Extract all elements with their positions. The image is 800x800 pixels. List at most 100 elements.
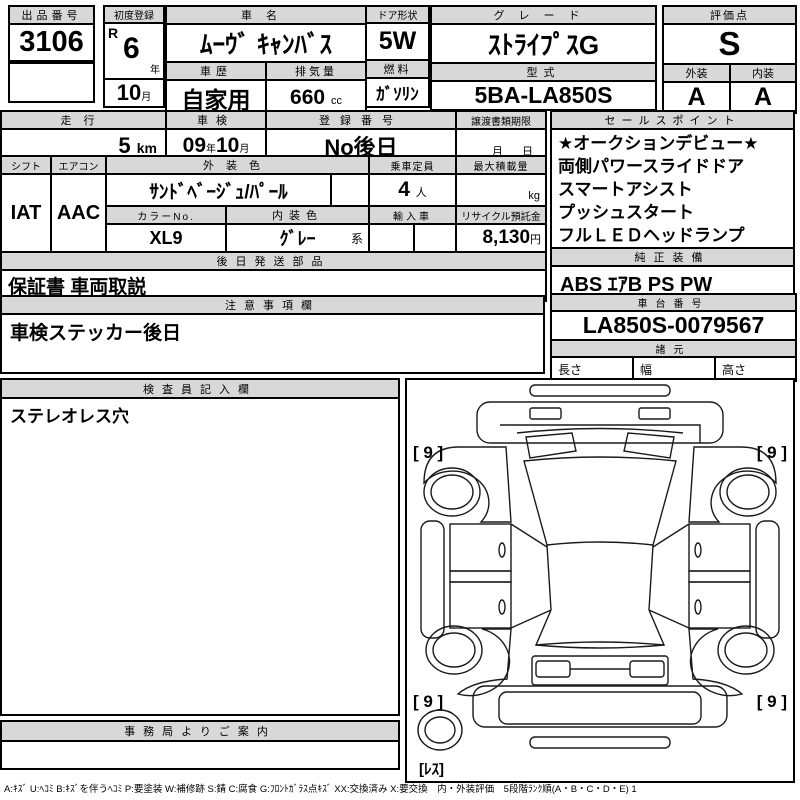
sales-points-label: セールスポイント <box>550 110 795 130</box>
car-schematic: [ 9 ] [ 9 ] [ 9 ] [ 9 ] [ﾚｽ] <box>413 384 787 778</box>
import-label: 輸入車 <box>368 205 458 225</box>
sales-point: 両側パワースライドドア <box>558 157 745 176</box>
capacity-unit: 人 <box>415 187 427 199</box>
capacity-label: 乗車定員 <box>368 155 458 175</box>
interior-grade-value: A <box>729 81 797 114</box>
equipment-label: 純正装備 <box>550 247 795 267</box>
sales-points-block: セールスポイント ★オークションデビュー★ 両側パワースライドドア スマートアシ… <box>550 110 795 300</box>
color-no-value: XL9 <box>105 223 227 253</box>
recycle-value: 8,130 <box>482 227 531 248</box>
shaken-month-unit: 月 <box>239 144 250 155</box>
car-diagram: [ 9 ] [ 9 ] [ 9 ] [ 9 ] [ﾚｽ] <box>405 378 795 783</box>
vin-label: 車台番号 <box>549 293 798 312</box>
lot-number-value: 3106 <box>8 23 95 62</box>
fuel-label: 燃料 <box>365 59 430 79</box>
sales-point: プッシュスタート <box>558 203 694 222</box>
inspector-value: ステレオレス穴 <box>0 397 400 716</box>
caution-value: 車検ステッカー後日 <box>0 313 545 374</box>
door-shape-value: 5W <box>365 22 430 61</box>
fuel-value: ｶﾞｿﾘﾝ <box>365 77 430 108</box>
car-name-value: ﾑｰｳﾞ ｷｬﾝﾊﾞｽ <box>165 23 367 63</box>
tire-mark-front-right: [ 9 ] <box>757 443 787 462</box>
reg-no-label: 登録番号 <box>265 110 457 130</box>
interior-color-suffix: 系 <box>351 232 364 246</box>
reg-month-unit: 月 <box>141 92 152 103</box>
legend-text: A:ｷｽﾞ U:ﾍｺﾐ B:ｷｽﾞを伴うﾍｺﾐ P:要塗装 W:補修跡 S:錆 … <box>4 784 637 795</box>
exterior-color-extra-cell <box>329 173 371 207</box>
caution-block: 注意事項欄 車検ステッカー後日 <box>0 295 545 374</box>
sales-point: スマートアシスト <box>558 180 693 199</box>
first-registration-block: 初度登録 R 6 年 10月 <box>103 5 165 108</box>
sales-point: ★オークションデビュー★ <box>558 134 759 153</box>
reg-year-unit: 年 <box>150 65 160 76</box>
door-shape-label: ドア形状 <box>365 5 430 24</box>
car-name-label: 車名 <box>165 5 367 25</box>
displacement-label: 排気量 <box>265 61 367 81</box>
grade-label: グレード <box>430 5 657 25</box>
exterior-color-label: 外装色 <box>104 155 371 175</box>
shift-value: IAT <box>0 173 52 253</box>
tire-mark-rear-left: [ 9 ] <box>413 692 443 711</box>
score-block: 評価点 S 外装 内装 A A <box>662 5 797 114</box>
shaken-month: 10 <box>216 134 240 157</box>
tire-mark-front-left: [ 9 ] <box>413 443 443 462</box>
mileage-label: 走行 <box>0 110 167 130</box>
history-label: 車歴 <box>165 61 267 81</box>
aircon-value: AAC <box>50 173 107 253</box>
interior-color-value: ｸﾞﾚｰ <box>279 229 316 249</box>
import-cell-2 <box>413 223 458 253</box>
lot-number-label: 出品番号 <box>8 5 95 25</box>
exterior-grade-label: 外装 <box>662 63 731 83</box>
era-value: R <box>108 25 119 41</box>
vin-value: LA850S-0079567 <box>549 310 798 341</box>
caution-label: 注意事項欄 <box>0 295 545 315</box>
color-band: シフト エアコン 外装色 乗車定員 最大積載量 IAT AAC ｻﾝﾄﾞﾍﾞｰｼ… <box>0 155 548 302</box>
displacement-unit: cc <box>330 95 342 107</box>
exterior-color-value: ｻﾝﾄﾞﾍﾞｰｼﾞｭ/ﾊﾟｰﾙ <box>105 173 332 207</box>
inspector-label: 検査員記入欄 <box>0 378 400 399</box>
door-block: ドア形状 5W 燃料 ｶﾞｿﾘﾝ <box>365 5 430 108</box>
color-no-label: カラーNo. <box>105 205 227 225</box>
transfer-deadline-label: 譲渡書類期限 <box>455 110 547 130</box>
aircon-label: エアコン <box>50 155 107 175</box>
payload-unit: kg <box>455 173 548 207</box>
import-cell-1 <box>368 223 416 253</box>
sales-points-list: ★オークションデビュー★ 両側パワースライドドア スマートアシスト プッシュスタ… <box>550 128 795 249</box>
model-code-label: 型式 <box>430 62 657 82</box>
reg-month-value: 10 <box>116 80 142 105</box>
shift-label: シフト <box>0 155 52 175</box>
lot-number-block: 出品番号 3106 <box>8 5 95 62</box>
grade-block: グレード ｽﾄﾗｲﾌﾟｽG 型式 5BA-LA850S <box>430 5 657 111</box>
sales-point: フルＬＥＤヘッドランプ <box>558 226 745 245</box>
reg-year-value: 6 <box>123 32 140 65</box>
spare-tire-mark: [ﾚｽ] <box>419 761 444 778</box>
exterior-grade-value: A <box>662 81 731 114</box>
shaken-year: 09 <box>182 134 206 157</box>
office-notice-value <box>0 740 400 770</box>
mileage-unit: km <box>136 140 157 156</box>
first-registration-label: 初度登録 <box>103 5 165 24</box>
score-value: S <box>662 23 797 65</box>
shaken-label: 車検 <box>165 110 267 130</box>
payload-label: 最大積載量 <box>455 155 548 175</box>
office-notice-block: 事務局よりご案内 <box>0 720 400 770</box>
recycle-label: リサイクル預託金 <box>455 205 548 225</box>
capacity-value: 4 <box>398 178 410 201</box>
car-name-block: 車名 ﾑｰｳﾞ ｷｬﾝﾊﾞｽ 車歴 排気量 自家用 660 cc <box>165 5 367 117</box>
auction-sheet: 出品番号 3106 初度登録 R 6 年 10月 車名 ﾑｰｳﾞ ｷｬﾝﾊﾞｽ … <box>0 0 800 800</box>
displacement-value: 660 <box>290 86 326 109</box>
tire-mark-rear-right: [ 9 ] <box>757 692 787 711</box>
model-code-value: 5BA-LA850S <box>430 80 657 111</box>
score-label: 評価点 <box>662 5 797 25</box>
office-notice-label: 事務局よりご案内 <box>0 720 400 742</box>
shaken-year-unit: 年 <box>206 144 216 155</box>
lot-empty-cell <box>8 62 95 103</box>
later-parts-label: 後日発送部品 <box>0 251 548 271</box>
grade-value: ｽﾄﾗｲﾌﾟｽG <box>430 23 657 64</box>
vin-block: 車台番号 LA850S-0079567 諸元 長さ 幅 高さ <box>549 293 798 382</box>
spec-label: 諸元 <box>549 339 798 358</box>
inspector-block: 検査員記入欄 ステレオレス穴 <box>0 378 400 716</box>
recycle-unit: 円 <box>530 234 542 246</box>
interior-color-label: 内装色 <box>224 205 371 225</box>
interior-grade-label: 内装 <box>729 63 797 83</box>
